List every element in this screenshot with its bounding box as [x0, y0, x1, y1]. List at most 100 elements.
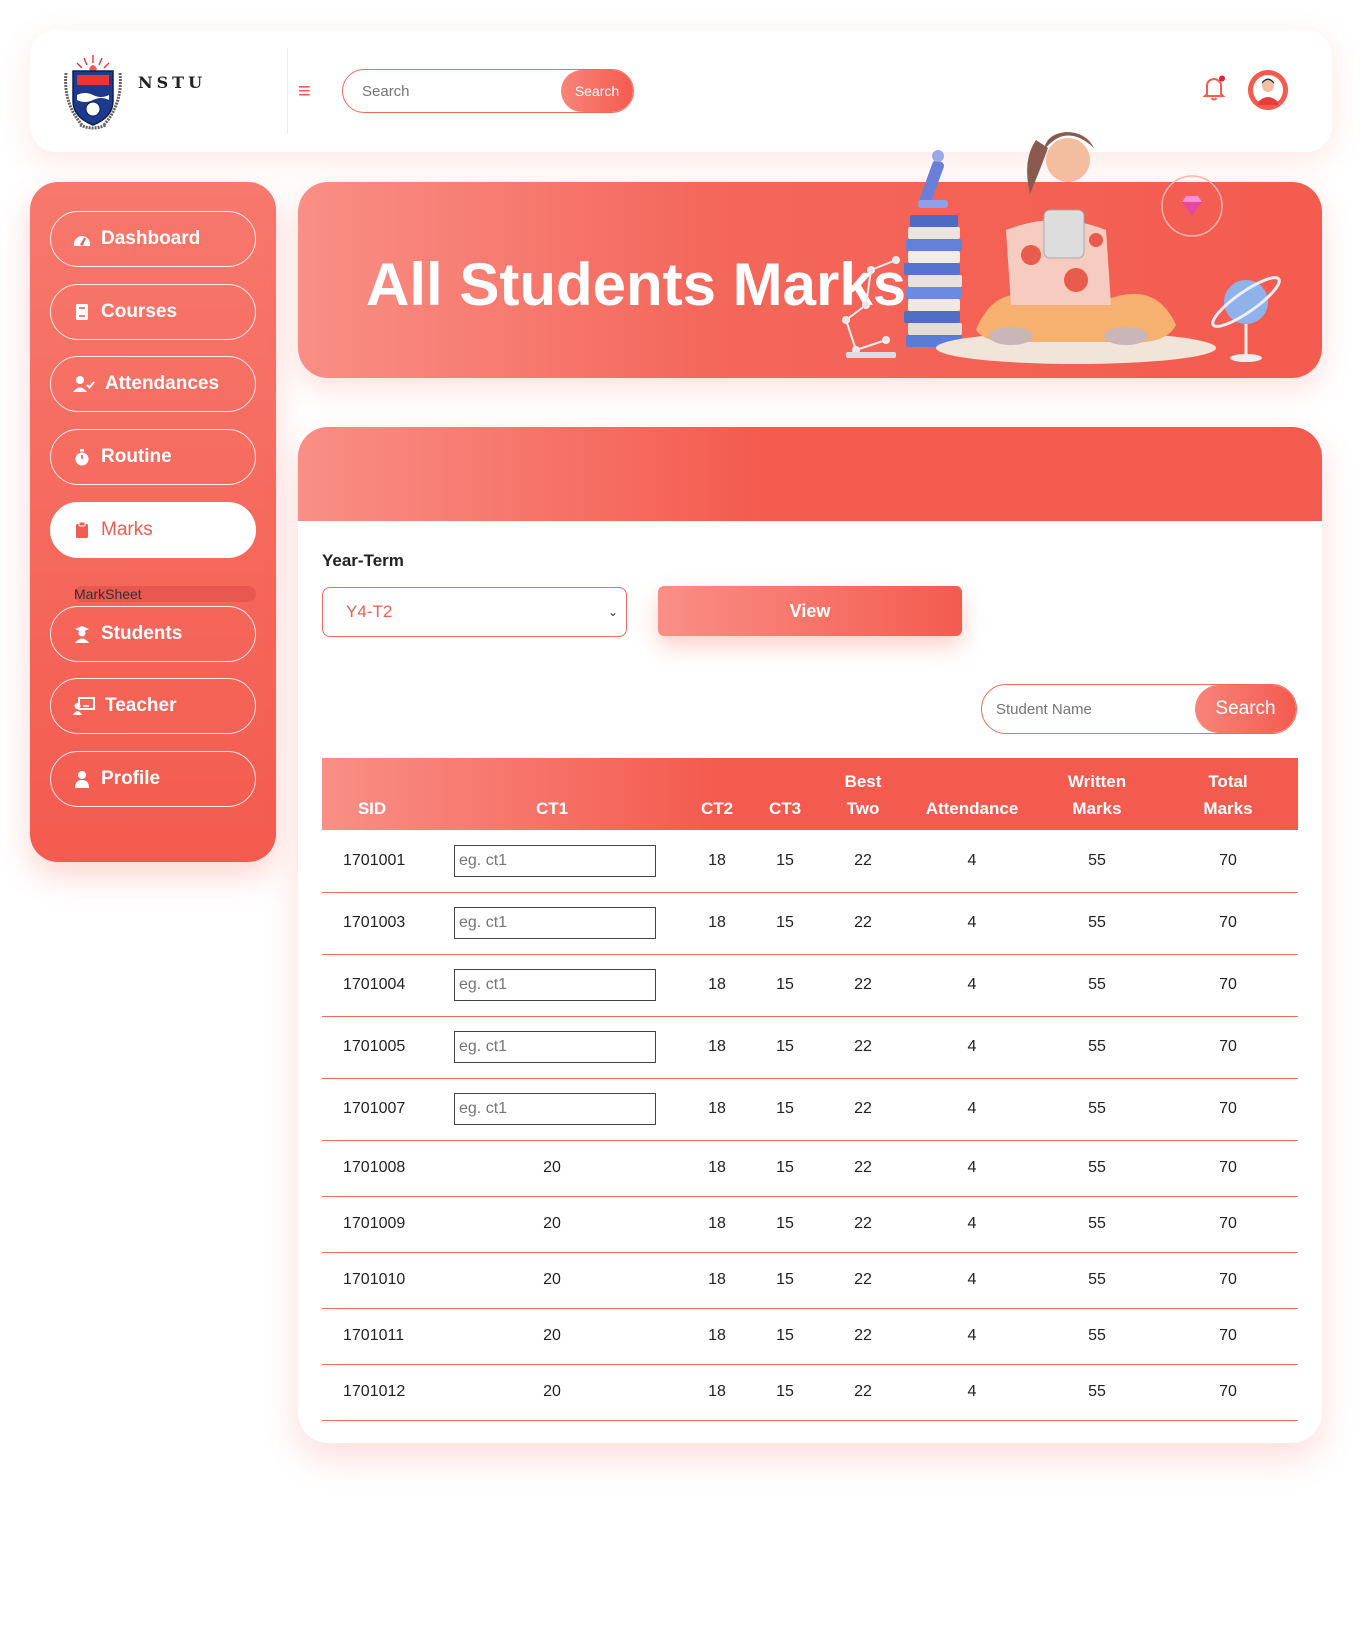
- sidebar-item-attendances[interactable]: Attendances: [50, 356, 256, 412]
- dashboard-icon: [74, 236, 90, 246]
- cell-written: 55: [1036, 1078, 1158, 1141]
- hamburger-menu-icon[interactable]: ≡: [298, 74, 314, 108]
- cell-ct3: 15: [752, 1016, 818, 1079]
- cell-sid: 1701007: [322, 1078, 422, 1141]
- card-header-band: [298, 427, 1322, 521]
- sidebar-item-profile[interactable]: Profile: [50, 751, 256, 807]
- cell-ct1: 20: [422, 1308, 682, 1365]
- nstu-logo-icon: [64, 55, 122, 130]
- year-term-value: Y4-T2: [346, 602, 393, 621]
- table-row: 1701004 18152245570: [322, 954, 1298, 1017]
- cell-total: 70: [1158, 1252, 1298, 1309]
- cell-ct1: [422, 892, 682, 955]
- cell-ct2: 18: [682, 1364, 752, 1421]
- col-header-written[interactable]: Written Marks: [1036, 758, 1158, 830]
- cell-ct1: [422, 1078, 682, 1141]
- student-search-button[interactable]: Search: [1195, 685, 1296, 733]
- ct1-input[interactable]: [454, 1093, 656, 1125]
- avatar-person-icon: [1248, 70, 1288, 110]
- cell-best-two: 22: [818, 1252, 908, 1309]
- marks-card: Year-Term Y4-T2 ⌄ View Search SID CT1 CT…: [298, 427, 1322, 1443]
- sidebar-item-label: Teacher: [105, 695, 177, 716]
- col-header-ct1[interactable]: CT1: [422, 758, 682, 830]
- sidebar-item-label: Routine: [101, 446, 172, 467]
- cell-attendance: 4: [908, 1078, 1036, 1141]
- sidebar-item-label: Attendances: [105, 373, 220, 394]
- student-search-input[interactable]: [982, 685, 1195, 733]
- header-search-button[interactable]: Search: [561, 70, 633, 112]
- year-term-select[interactable]: Y4-T2 ⌄: [322, 587, 627, 637]
- cell-sid: 1701010: [322, 1252, 422, 1309]
- cell-total: 70: [1158, 1196, 1298, 1253]
- header-search-input[interactable]: [343, 70, 561, 112]
- col-header-ct3[interactable]: CT3: [752, 758, 818, 830]
- sidebar-item-dashboard[interactable]: Dashboard: [50, 211, 256, 267]
- student-illustration: [842, 132, 1281, 364]
- cell-attendance: 4: [908, 954, 1036, 1017]
- cell-attendance: 4: [908, 1016, 1036, 1079]
- cell-attendance: 4: [908, 1196, 1036, 1253]
- cell-ct1: [422, 830, 682, 893]
- col-header-total-label: Total Marks: [1203, 772, 1253, 818]
- cell-best-two: 22: [818, 892, 908, 955]
- cell-ct3: 15: [752, 1140, 818, 1197]
- ct1-input[interactable]: [454, 844, 656, 877]
- ct1-input[interactable]: [454, 1031, 656, 1063]
- table-row: 1701012 20 18 15 22 4 55 70: [322, 1364, 1298, 1421]
- user-check-icon: [73, 376, 95, 392]
- notification-bell-icon[interactable]: [1202, 75, 1226, 101]
- cell-total: 70: [1158, 1364, 1298, 1421]
- cell-ct2: 18: [682, 1196, 752, 1253]
- view-button[interactable]: View: [658, 586, 962, 636]
- cell-total: 70: [1158, 892, 1298, 955]
- user-avatar[interactable]: [1248, 70, 1288, 110]
- ct1-input[interactable]: [454, 969, 656, 1001]
- cell-attendance: 4: [908, 892, 1036, 955]
- sidebar-item-routine[interactable]: Routine: [50, 429, 256, 485]
- col-header-best-two[interactable]: Best Two: [818, 758, 908, 830]
- cell-attendance: 4: [908, 1308, 1036, 1365]
- table-row: 1701001 18152245570: [322, 830, 1298, 893]
- cell-sid: 1701008: [322, 1140, 422, 1197]
- cell-best-two: 22: [818, 1078, 908, 1141]
- cell-ct1: [422, 954, 682, 1017]
- cell-ct3: 15: [752, 1078, 818, 1141]
- col-header-total[interactable]: Total Marks: [1158, 758, 1298, 830]
- header-search: Search: [342, 69, 634, 113]
- cell-sid: 1701009: [322, 1196, 422, 1253]
- sidebar-item-teacher[interactable]: Teacher: [50, 678, 256, 734]
- cell-ct1: 20: [422, 1140, 682, 1197]
- cell-attendance: 4: [908, 1140, 1036, 1197]
- col-header-attendance[interactable]: Attendance: [908, 758, 1036, 830]
- sidebar-subitem-marksheet[interactable]: MarkSheet: [74, 586, 256, 602]
- cell-attendance: 4: [908, 1252, 1036, 1309]
- sidebar-item-courses[interactable]: Courses: [50, 284, 256, 340]
- cell-best-two: 22: [818, 1196, 908, 1253]
- sidebar-item-students[interactable]: Students: [50, 606, 256, 662]
- col-header-sid[interactable]: SID: [322, 758, 422, 830]
- cell-written: 55: [1036, 1196, 1158, 1253]
- ct1-input[interactable]: [454, 907, 656, 939]
- sidebar-item-marks[interactable]: Marks: [50, 502, 256, 558]
- marks-table-body: 1701001181522455701701003181522455701701…: [322, 830, 1298, 1421]
- cell-ct2: 18: [682, 892, 752, 955]
- cell-total: 70: [1158, 830, 1298, 893]
- student-search: Search: [981, 684, 1297, 734]
- year-term-label: Year-Term: [322, 551, 404, 570]
- table-row: 1701009 20 18 15 22 4 55 70: [322, 1196, 1298, 1253]
- cell-ct3: 15: [752, 1196, 818, 1253]
- col-header-ct2[interactable]: CT2: [682, 758, 752, 830]
- cell-best-two: 22: [818, 830, 908, 893]
- logo[interactable]: NSTU: [60, 52, 284, 132]
- book-icon: [76, 304, 88, 320]
- sidebar-item-label: Profile: [101, 768, 161, 789]
- cell-ct3: 15: [752, 954, 818, 1017]
- stopwatch-icon: [75, 449, 89, 466]
- table-row: 1701007 18152245570: [322, 1078, 1298, 1141]
- cell-ct3: 15: [752, 1364, 818, 1421]
- cell-ct3: 15: [752, 1252, 818, 1309]
- cell-ct2: 18: [682, 1140, 752, 1197]
- cell-sid: 1701001: [322, 830, 422, 893]
- cell-total: 70: [1158, 954, 1298, 1017]
- cell-written: 55: [1036, 954, 1158, 1017]
